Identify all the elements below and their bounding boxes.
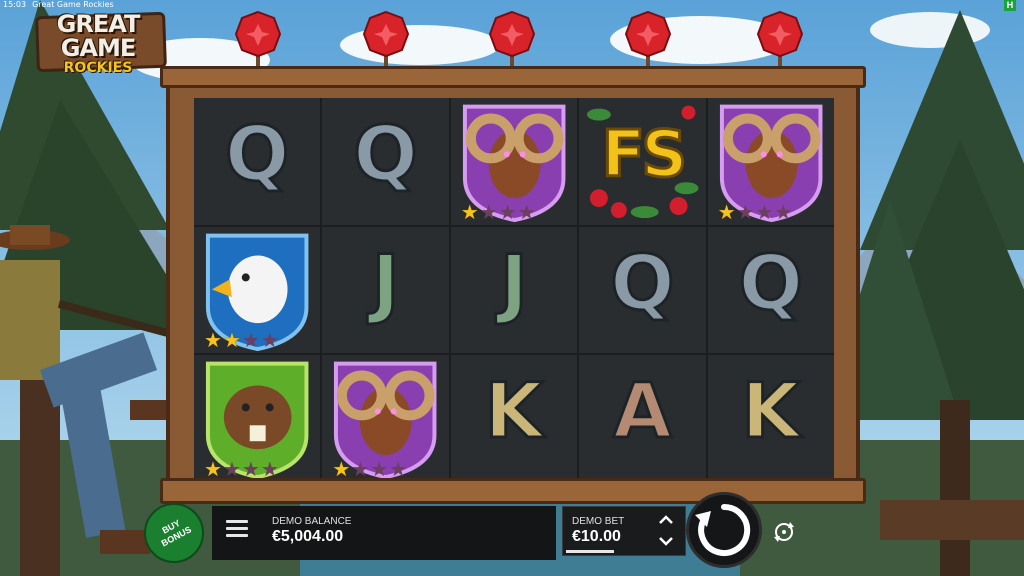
symbol-letter: A [611, 365, 673, 457]
reel-symbol-k: K [707, 355, 834, 482]
star-empty-icon: ★ [260, 328, 279, 353]
symbol-letter: J [498, 236, 529, 328]
star-empty-icon: ★ [260, 456, 279, 481]
buy-bonus-label: BUY BONUS [159, 517, 194, 549]
star-empty-icon: ★ [479, 199, 498, 224]
star-filled-icon: ★ [204, 328, 222, 353]
symbol-letter: K [740, 365, 802, 457]
reel-symbol-q: Q [707, 226, 834, 354]
reel-symbol-ram: ★ ★ ★ ★ [322, 355, 449, 482]
reel-symbol-q: Q [194, 98, 321, 225]
star-filled-icon: ★ [460, 199, 479, 224]
star-empty-icon: ★ [498, 199, 517, 224]
star-empty-icon: ★ [389, 456, 408, 481]
symbol-letter: Q [223, 108, 291, 200]
star-filled-icon: ★ [222, 328, 241, 353]
star-empty-icon: ★ [736, 199, 755, 224]
game-logo: GREAT GAME ROCKIES [32, 8, 167, 76]
star-rating: ★ ★ ★ ★ [332, 458, 407, 480]
autoplay-button[interactable] [770, 518, 798, 546]
balance-value: €5,004.00 [272, 528, 344, 545]
balance-label: DEMO BALANCE [272, 516, 352, 527]
hamburger-icon[interactable] [226, 520, 248, 538]
autoplay-icon [774, 522, 794, 542]
logo-subtitle: ROCKIES [63, 60, 133, 76]
chevron-up-icon[interactable] [656, 513, 676, 527]
reel-symbol-q: Q [579, 226, 706, 354]
star-rating: ★ ★ ★ ★ [204, 458, 279, 480]
reel-symbol-q: Q [322, 98, 449, 225]
reel-symbol-ram: ★ ★ ★ ★ [450, 98, 578, 225]
star-empty-icon: ★ [774, 199, 793, 224]
star-filled-icon: ★ [332, 456, 351, 481]
bet-value: €10.00 [572, 528, 621, 545]
chevron-down-icon[interactable] [656, 534, 676, 548]
symbol-letter: J [370, 236, 401, 328]
bet-label: DEMO BET [572, 516, 625, 527]
symbol-letter: Q [352, 108, 420, 200]
reel-symbol-beaver: ★ ★ ★ ★ [194, 355, 321, 482]
clock: 15:03 [3, 0, 27, 9]
reel-grid: Q Q ★ ★ ★ ★ FS ★ ★ ★ ★ ★ ★ ★ ★ J J Q Q ★ ★ ★ ★ ★ ★ ★ ★ K A K [194, 98, 834, 482]
reel-symbol-eagle: ★ ★ ★ ★ [194, 226, 321, 354]
star-rating: ★ ★ ★ ★ [204, 329, 279, 351]
symbol-letter: Q [609, 236, 677, 328]
star-empty-icon: ★ [351, 456, 370, 481]
reel-symbol-j: J [322, 226, 449, 354]
star-empty-icon: ★ [370, 456, 389, 481]
star-filled-icon: ★ [717, 199, 736, 224]
buy-bonus-button[interactable]: BUY BONUS [144, 503, 204, 563]
symbol-letter: K [483, 365, 545, 457]
star-filled-icon: ★ [204, 456, 222, 481]
star-empty-icon: ★ [241, 328, 260, 353]
reel-symbol-j: J [450, 226, 578, 354]
reel-symbol-a: A [579, 355, 706, 482]
symbol-letter: Q [737, 236, 805, 328]
star-empty-icon: ★ [222, 456, 241, 481]
balance-panel [212, 506, 556, 560]
reel-frame-top [160, 66, 866, 88]
app-badge: H [1004, 0, 1016, 11]
spin-arrow-icon [695, 503, 751, 556]
star-empty-icon: ★ [517, 199, 536, 224]
reel-symbol-ram: ★ ★ ★ ★ [707, 98, 834, 225]
free-spins-symbol: FS [600, 118, 689, 192]
reel-frame-bottom [160, 478, 866, 504]
star-rating: ★ ★ ★ ★ [718, 201, 793, 223]
reel-symbol-k: K [450, 355, 578, 482]
reel-symbol-fs: FS [579, 98, 706, 225]
star-rating: ★ ★ ★ ★ [461, 201, 536, 223]
spin-button[interactable] [686, 492, 762, 568]
logo-title: GREAT GAME [56, 10, 141, 62]
bet-indicator [566, 550, 614, 553]
star-empty-icon: ★ [755, 199, 774, 224]
star-empty-icon: ★ [241, 456, 260, 481]
